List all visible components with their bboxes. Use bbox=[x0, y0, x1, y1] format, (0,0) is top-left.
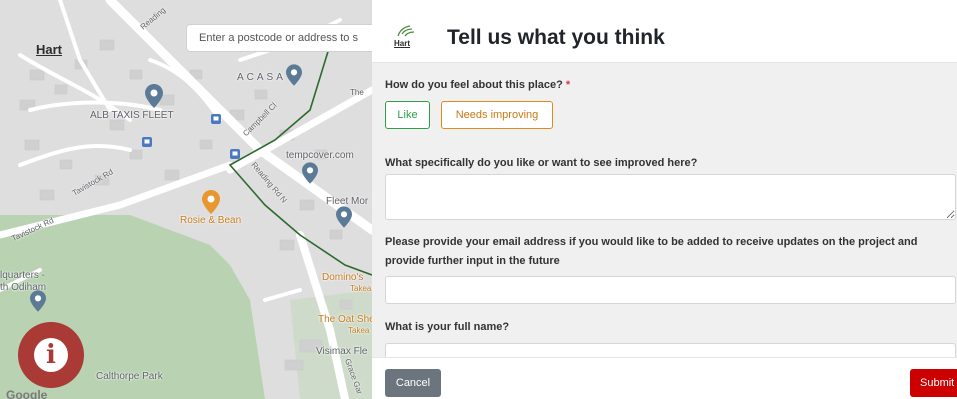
question-feeling-text: How do you feel about this place? bbox=[385, 79, 563, 91]
map-label-calthorpe: Calthorpe Park bbox=[96, 371, 163, 382]
cancel-button[interactable]: Cancel bbox=[385, 369, 441, 397]
needs-improving-button[interactable]: Needs improving bbox=[441, 101, 553, 129]
map-pin-icon[interactable] bbox=[286, 64, 302, 86]
map-pin-icon[interactable] bbox=[30, 290, 46, 312]
map-label-quarters: lquarters - bbox=[0, 270, 46, 281]
like-button[interactable]: Like bbox=[385, 101, 430, 129]
submit-button[interactable]: Submit bbox=[910, 369, 957, 397]
bus-stop-icon[interactable] bbox=[230, 149, 240, 159]
map-label-acasa: ACASA bbox=[237, 72, 286, 83]
feedback-panel: Hart Tell us what you think How do you f… bbox=[372, 0, 957, 399]
map-label-alb-taxis: ALB TAXIS FLEET bbox=[90, 110, 174, 121]
info-icon: i bbox=[34, 338, 68, 372]
map-view[interactable]: Hart Reading ACASA ALB TAXIS FLEET The C… bbox=[0, 0, 372, 399]
map-label-the: The bbox=[350, 88, 364, 97]
required-marker: * bbox=[565, 79, 571, 91]
map-label-tempcover: tempcover.com bbox=[286, 150, 354, 161]
restaurant-pin-icon[interactable] bbox=[202, 190, 220, 214]
map-label-visimax: Visimax Fle bbox=[316, 346, 368, 357]
map-logo: Hart bbox=[36, 42, 63, 57]
panel-header: Hart Tell us what you think bbox=[372, 12, 957, 63]
map-pin-icon[interactable] bbox=[145, 84, 163, 108]
info-button[interactable]: i bbox=[18, 322, 84, 388]
map-label-rosie-bean: Rosie & Bean bbox=[180, 215, 242, 226]
tree-logo-icon bbox=[397, 25, 415, 37]
bus-stop-icon[interactable] bbox=[211, 114, 221, 124]
map-label-takea-2: Takea bbox=[348, 326, 370, 335]
map-label-takea: Takea bbox=[350, 284, 372, 293]
feedback-form: How do you feel about this place? * Like… bbox=[372, 63, 957, 371]
map-label-oat-she: The Oat She bbox=[318, 314, 372, 325]
page-title: Tell us what you think bbox=[447, 26, 665, 49]
question-email-label: Please provide your email address if you… bbox=[385, 236, 918, 267]
bus-stop-icon[interactable] bbox=[142, 137, 152, 147]
question-specifics-label: What specifically do you like or want to… bbox=[385, 157, 698, 169]
map-label-dominos: Domino's bbox=[322, 272, 364, 283]
email-field[interactable] bbox=[385, 276, 956, 304]
map-pin-icon[interactable] bbox=[302, 162, 318, 184]
question-name-label: What is your full name? bbox=[385, 321, 510, 333]
map-search-input[interactable] bbox=[186, 24, 372, 52]
google-logo: Google bbox=[6, 388, 48, 399]
question-feeling-label: How do you feel about this place? * bbox=[385, 76, 945, 95]
panel-logo-text: Hart bbox=[394, 39, 411, 48]
specifics-textarea[interactable] bbox=[385, 174, 956, 220]
panel-logo: Hart bbox=[394, 24, 418, 52]
panel-footer: Cancel Submit bbox=[372, 357, 957, 399]
map-pin-icon[interactable] bbox=[336, 206, 352, 228]
